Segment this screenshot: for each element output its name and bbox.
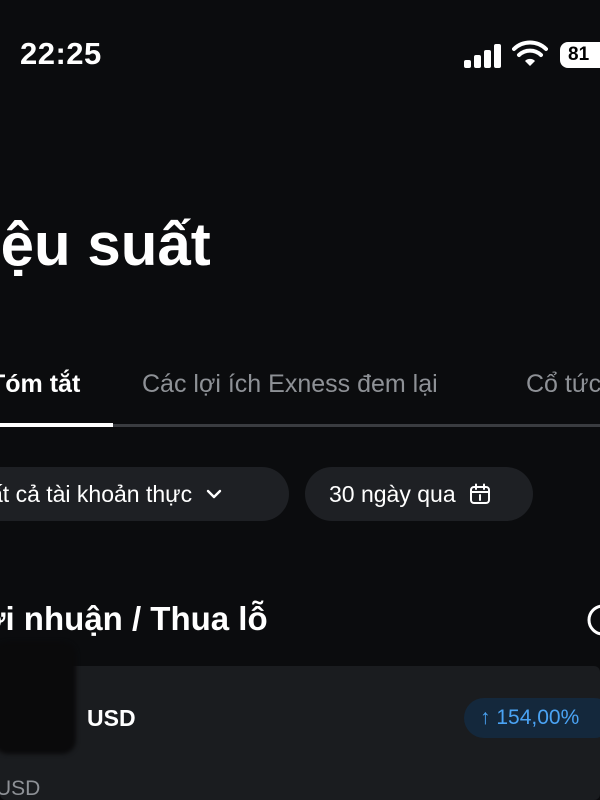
calendar-icon (468, 482, 492, 506)
tab-exness-benefits[interactable]: Các lợi ích Exness đem lại (142, 370, 438, 399)
tab-bar: Tóm tắt Các lợi ích Exness đem lại Cổ tứ… (0, 362, 600, 428)
tab-dividends[interactable]: Cổ tức (526, 370, 600, 399)
accounts-filter-label: ất cả tài khoản thực (0, 480, 193, 507)
period-filter-button[interactable]: 30 ngày qua (305, 467, 533, 521)
period-filter-label: 30 ngày qua (329, 480, 456, 507)
section-title: ợi nhuận / Thua lỗ (0, 600, 268, 637)
wifi-icon (512, 40, 548, 66)
page-title: iệu suất (0, 211, 211, 278)
cellular-signal-icon (464, 44, 502, 68)
active-tab-indicator (0, 423, 113, 427)
redacted-amount (0, 642, 76, 754)
status-time: 22:25 (20, 36, 102, 71)
tab-summary[interactable]: Tóm tắt (0, 370, 80, 399)
chevron-down-icon (204, 484, 224, 504)
accounts-filter-dropdown[interactable]: ất cả tài khoản thực (0, 467, 289, 521)
change-badge: ↑ 154,00% (464, 698, 600, 738)
battery-icon: 81 (560, 42, 600, 68)
info-icon[interactable] (586, 603, 600, 637)
card-currency: USD (87, 705, 136, 731)
card-sub-currency: USD (0, 777, 41, 800)
screen: 22:25 81 iệu suất Tóm tắt Các lợi ích Ex… (0, 0, 600, 800)
